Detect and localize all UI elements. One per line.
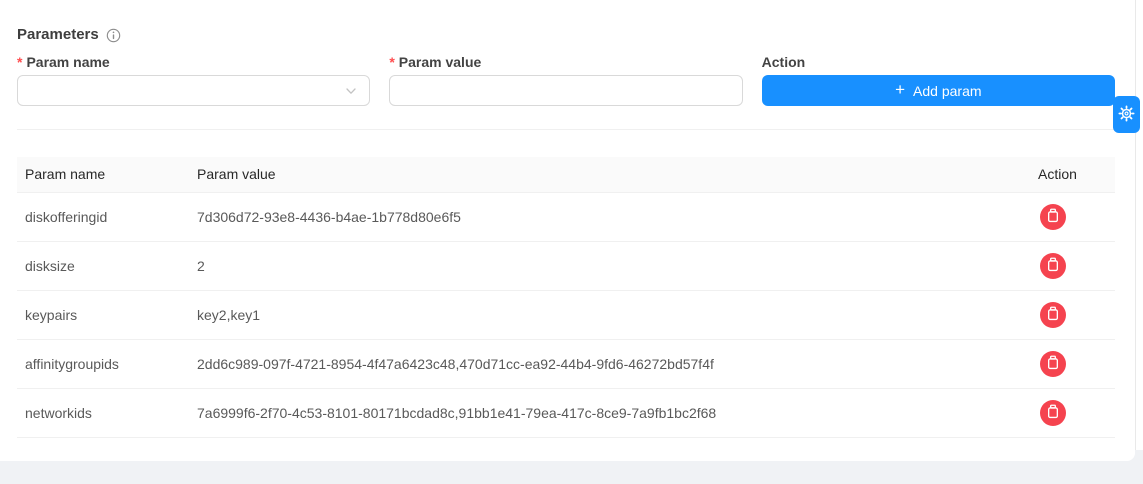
param-name-cell: diskofferingid: [17, 192, 189, 241]
delete-param-button[interactable]: [1040, 400, 1066, 426]
param-value-label: * Param value: [389, 54, 742, 70]
parameters-card: Parameters * Param name: [0, 0, 1135, 461]
required-mark: *: [389, 54, 394, 70]
param-value-cell: 7a6999f6-2f70-4c53-8101-80171bcdad8c,91b…: [189, 388, 1030, 437]
trash-icon: [1046, 306, 1060, 324]
param-name-field-group: * Param name: [17, 54, 370, 106]
param-name-cell: networkids: [17, 388, 189, 437]
delete-param-button[interactable]: [1040, 253, 1066, 279]
action-cell: [1030, 290, 1115, 339]
action-label: Action: [762, 54, 1115, 70]
trash-icon: [1046, 208, 1060, 226]
params-table: Param name Param value Action diskofferi…: [17, 157, 1115, 438]
param-value-cell: key2,key1: [189, 290, 1030, 339]
param-name-cell: affinitygroupids: [17, 339, 189, 388]
add-param-button-label: Add param: [913, 83, 981, 99]
chevron-down-icon: [345, 85, 357, 97]
param-name-select[interactable]: [17, 75, 370, 106]
action-cell: [1030, 241, 1115, 290]
add-param-button[interactable]: + Add param: [762, 75, 1115, 106]
trash-icon: [1046, 257, 1060, 275]
column-header-param-name: Param name: [17, 157, 189, 192]
plus-icon: +: [895, 81, 905, 98]
param-name-cell: disksize: [17, 241, 189, 290]
table-row: keypairs key2,key1: [17, 290, 1115, 339]
required-mark: *: [17, 54, 22, 70]
param-name-label: * Param name: [17, 54, 370, 70]
column-header-action: Action: [1030, 157, 1115, 192]
section-header: Parameters: [17, 0, 1115, 43]
page-title: Parameters: [17, 26, 99, 43]
action-cell: [1030, 388, 1115, 437]
gear-icon: [1118, 105, 1135, 125]
table-row: affinitygroupids 2dd6c989-097f-4721-8954…: [17, 339, 1115, 388]
action-field-group: Action + Add param: [762, 54, 1115, 106]
table-row: networkids 7a6999f6-2f70-4c53-8101-80171…: [17, 388, 1115, 437]
column-header-param-value: Param value: [189, 157, 1030, 192]
table-row: disksize 2: [17, 241, 1115, 290]
table-header-row: Param name Param value Action: [17, 157, 1115, 192]
action-cell: [1030, 192, 1115, 241]
settings-drawer-handle[interactable]: [1113, 96, 1140, 133]
scrollbar-track[interactable]: [1135, 0, 1143, 450]
form-divider: [17, 129, 1115, 130]
table-row: diskofferingid 7d306d72-93e8-4436-b4ae-1…: [17, 192, 1115, 241]
param-value-field-group: * Param value: [389, 54, 742, 106]
delete-param-button[interactable]: [1040, 204, 1066, 230]
param-value-cell: 2: [189, 241, 1030, 290]
trash-icon: [1046, 404, 1060, 422]
info-circle-icon[interactable]: [106, 28, 121, 43]
trash-icon: [1046, 355, 1060, 373]
action-cell: [1030, 339, 1115, 388]
param-value-input[interactable]: [389, 75, 742, 106]
param-form: * Param name * Param value: [17, 54, 1115, 106]
parameters-page: { "colors": { "primary": "#1890ff", "dan…: [0, 0, 1143, 484]
param-value-cell: 7d306d72-93e8-4436-b4ae-1b778d80e6f5: [189, 192, 1030, 241]
delete-param-button[interactable]: [1040, 302, 1066, 328]
param-name-cell: keypairs: [17, 290, 189, 339]
param-value-cell: 2dd6c989-097f-4721-8954-4f47a6423c48,470…: [189, 339, 1030, 388]
delete-param-button[interactable]: [1040, 351, 1066, 377]
